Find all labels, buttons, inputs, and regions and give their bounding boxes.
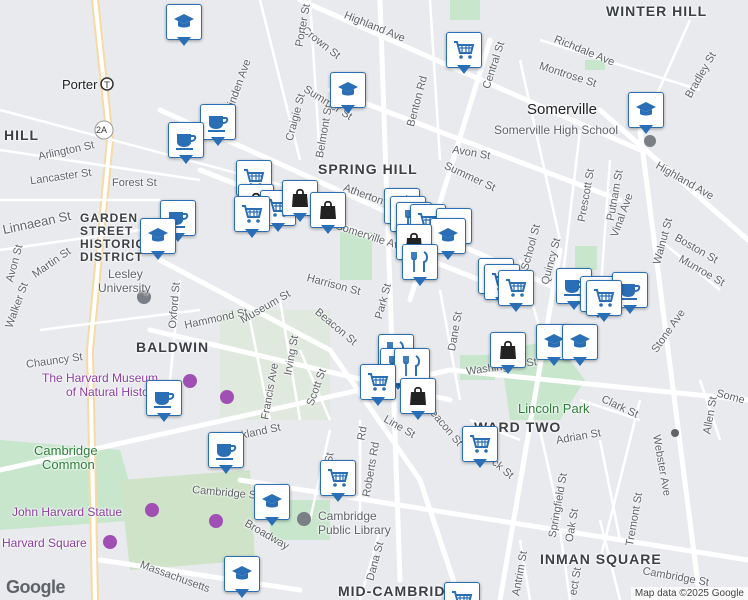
neighborhood-label: HILL (4, 127, 40, 143)
city-label: Somerville (527, 101, 598, 118)
street-label: Forest St (112, 177, 157, 189)
map-attribution[interactable]: Map data ©2025 Google (630, 587, 748, 600)
monument-icon (145, 503, 159, 517)
cafe-marker[interactable] (168, 122, 204, 166)
poi-label: Somerville High School (494, 123, 619, 137)
school-marker[interactable] (224, 556, 260, 600)
poi-label: Public Library (318, 523, 391, 537)
cart-marker[interactable] (462, 426, 498, 470)
neighborhood-label: SPRING HILL (318, 161, 418, 177)
poi-label: Cambridge (34, 443, 98, 458)
poi-label: of Natural History (66, 385, 159, 399)
school-marker[interactable] (140, 218, 176, 262)
park-area (575, 246, 597, 270)
poi-label: Harvard Square (2, 536, 87, 550)
cafe-marker[interactable] (208, 432, 244, 476)
poi-label: The Harvard Museum (42, 371, 159, 385)
poi-label: University (98, 281, 151, 295)
neighborhood-label: BALDWIN (136, 339, 210, 355)
food-marker[interactable] (402, 244, 438, 288)
school-icon (644, 135, 656, 147)
poi-label: Common (42, 457, 95, 472)
school-marker[interactable] (628, 92, 664, 136)
school-marker[interactable] (254, 484, 290, 528)
poi-label: John Harvard Statue (12, 505, 123, 519)
park-area (450, 0, 480, 20)
cafe-marker[interactable] (200, 104, 236, 148)
google-logo: Google (6, 577, 66, 597)
place-icon (671, 429, 679, 437)
school-marker[interactable] (330, 72, 366, 116)
poi-label: Lesley (108, 267, 143, 281)
museum-icon (220, 390, 234, 404)
museum-icon (183, 374, 197, 388)
station-label: Porter (62, 77, 98, 92)
neighborhood-label: WINTER HILL (606, 3, 708, 19)
poi-label: Cambridge (318, 509, 377, 523)
cart-marker[interactable] (498, 270, 534, 314)
map-canvas[interactable]: T WINTER HILL SPRING HILL BALDWIN WARD T… (0, 0, 748, 600)
cart-marker[interactable] (586, 280, 622, 324)
school-marker[interactable] (562, 324, 598, 368)
cart-marker[interactable] (446, 32, 482, 76)
school-marker[interactable] (166, 4, 202, 48)
cart-marker[interactable] (444, 582, 480, 600)
bag-marker[interactable] (490, 332, 526, 376)
cart-marker[interactable] (234, 196, 270, 240)
landmark-icon (209, 514, 223, 528)
cafe-marker[interactable] (146, 380, 182, 424)
cart-marker[interactable] (320, 460, 356, 504)
route-badge-label: 2A (96, 125, 108, 135)
neighborhood-label: INMAN SQUARE (540, 551, 662, 567)
cart-marker[interactable] (360, 364, 396, 408)
bag-marker[interactable] (400, 378, 436, 422)
landmark-icon (103, 535, 117, 549)
library-icon (297, 512, 311, 526)
bag-marker[interactable] (310, 192, 346, 236)
harvard-yard-area (120, 470, 255, 570)
poi-label: Lincoln Park (518, 401, 590, 416)
svg-text:T: T (103, 81, 110, 91)
